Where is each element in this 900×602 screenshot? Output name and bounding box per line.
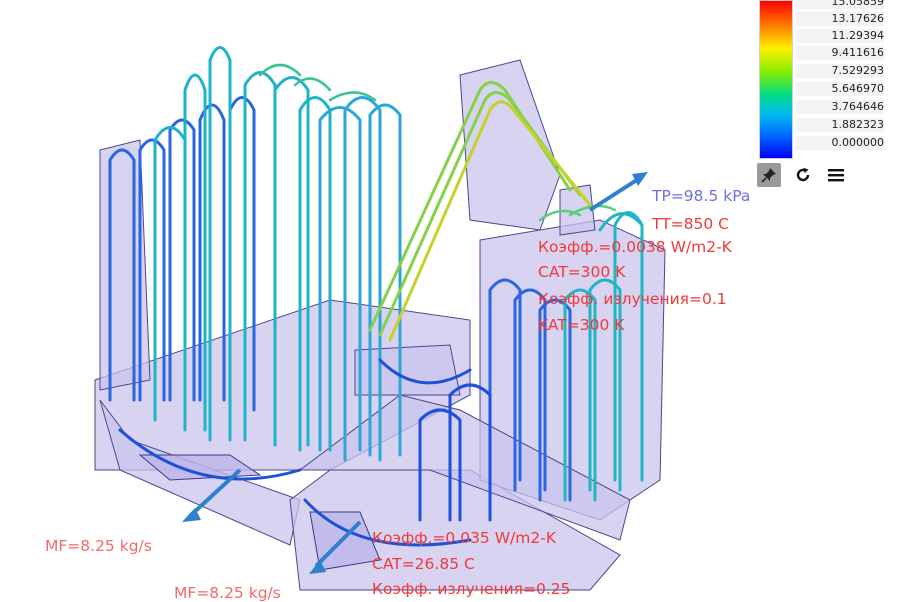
legend-value: 11.29394 [796,29,884,43]
legend-value: 5.646970 [796,82,884,96]
legend-value: 7.529293 [796,64,884,78]
emissivity-annotation-lower: Коэфф. излучения=0.25 [372,580,571,598]
kat-annotation-upper: KAT=300 K [538,316,625,334]
pin-button[interactable] [757,163,781,187]
cat-annotation-lower: CAT=26.85 C [372,555,475,573]
coefficient-annotation-upper: Коэфф.=0.0038 W/m2-K [538,238,732,256]
refresh-button[interactable] [791,163,815,187]
temperature-annotation: TT=850 C [652,215,729,233]
hamburger-menu-icon [828,169,844,182]
menu-button[interactable] [824,163,848,187]
cat-annotation-upper: CAT=300 K [538,263,626,281]
legend-value: 1.882323 [796,118,884,132]
color-legend: 15.05859 13.17626 11.29394 9.411616 7.52… [756,0,886,162]
refresh-icon [796,167,810,182]
pressure-annotation: TP=98.5 kPa [652,187,751,205]
legend-value: 13.17626 [796,12,884,26]
emissivity-annotation-upper: Коэфф. излучения=0.1 [538,290,727,308]
legend-value: 15.05859 [796,0,884,9]
coefficient-annotation-lower: Коэфф.=0.035 W/m2-K [372,529,556,547]
legend-value: 9.411616 [796,46,884,60]
pin-icon [761,168,776,183]
legend-value: 3.764646 [796,100,884,114]
legend-gradient [759,0,793,159]
mass-flow-annotation-2: MF=8.25 kg/s [174,584,281,602]
legend-value: 0.000000 [796,136,884,150]
3d-viewport[interactable]: 15.05859 13.17626 11.29394 9.411616 7.52… [0,0,900,602]
mass-flow-annotation-1: MF=8.25 kg/s [45,537,152,555]
